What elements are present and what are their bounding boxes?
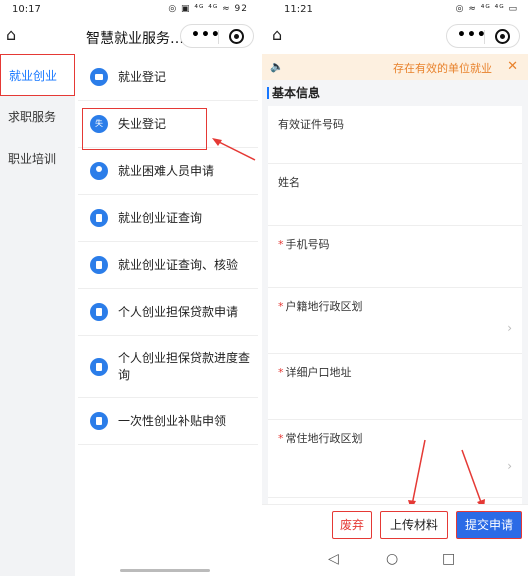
right-phone-screen: 11:21 ◎ ≈ ⁴ᴳ ⁴ᴳ ▭ ⌂ ••• 🔈 存在有效的单位就业 ✕ 基本… [262,0,528,576]
system-navigation-bar: ◁ ○ □ [262,542,528,576]
back-icon[interactable]: ◁ [328,551,339,567]
home-circle-icon[interactable]: ○ [386,551,398,567]
submit-application-button[interactable]: 提交申请 [456,511,522,539]
form-action-bar: 废弃 上传材料 提交申请 [262,504,528,542]
recent-apps-icon[interactable]: □ [442,551,455,567]
upload-materials-button[interactable]: 上传材料 [380,511,448,539]
annotation-arrow-left [212,138,256,161]
left-phone-screen: 10:17 ◎ ▣ ⁴ᴳ ⁴ᴳ ≈ 92 ⌂ 智慧就业服务… ••• 就业创业求… [0,0,258,576]
home-indicator [120,569,210,572]
annotation-arrows-right [408,439,485,510]
discard-button[interactable]: 废弃 [332,511,372,539]
